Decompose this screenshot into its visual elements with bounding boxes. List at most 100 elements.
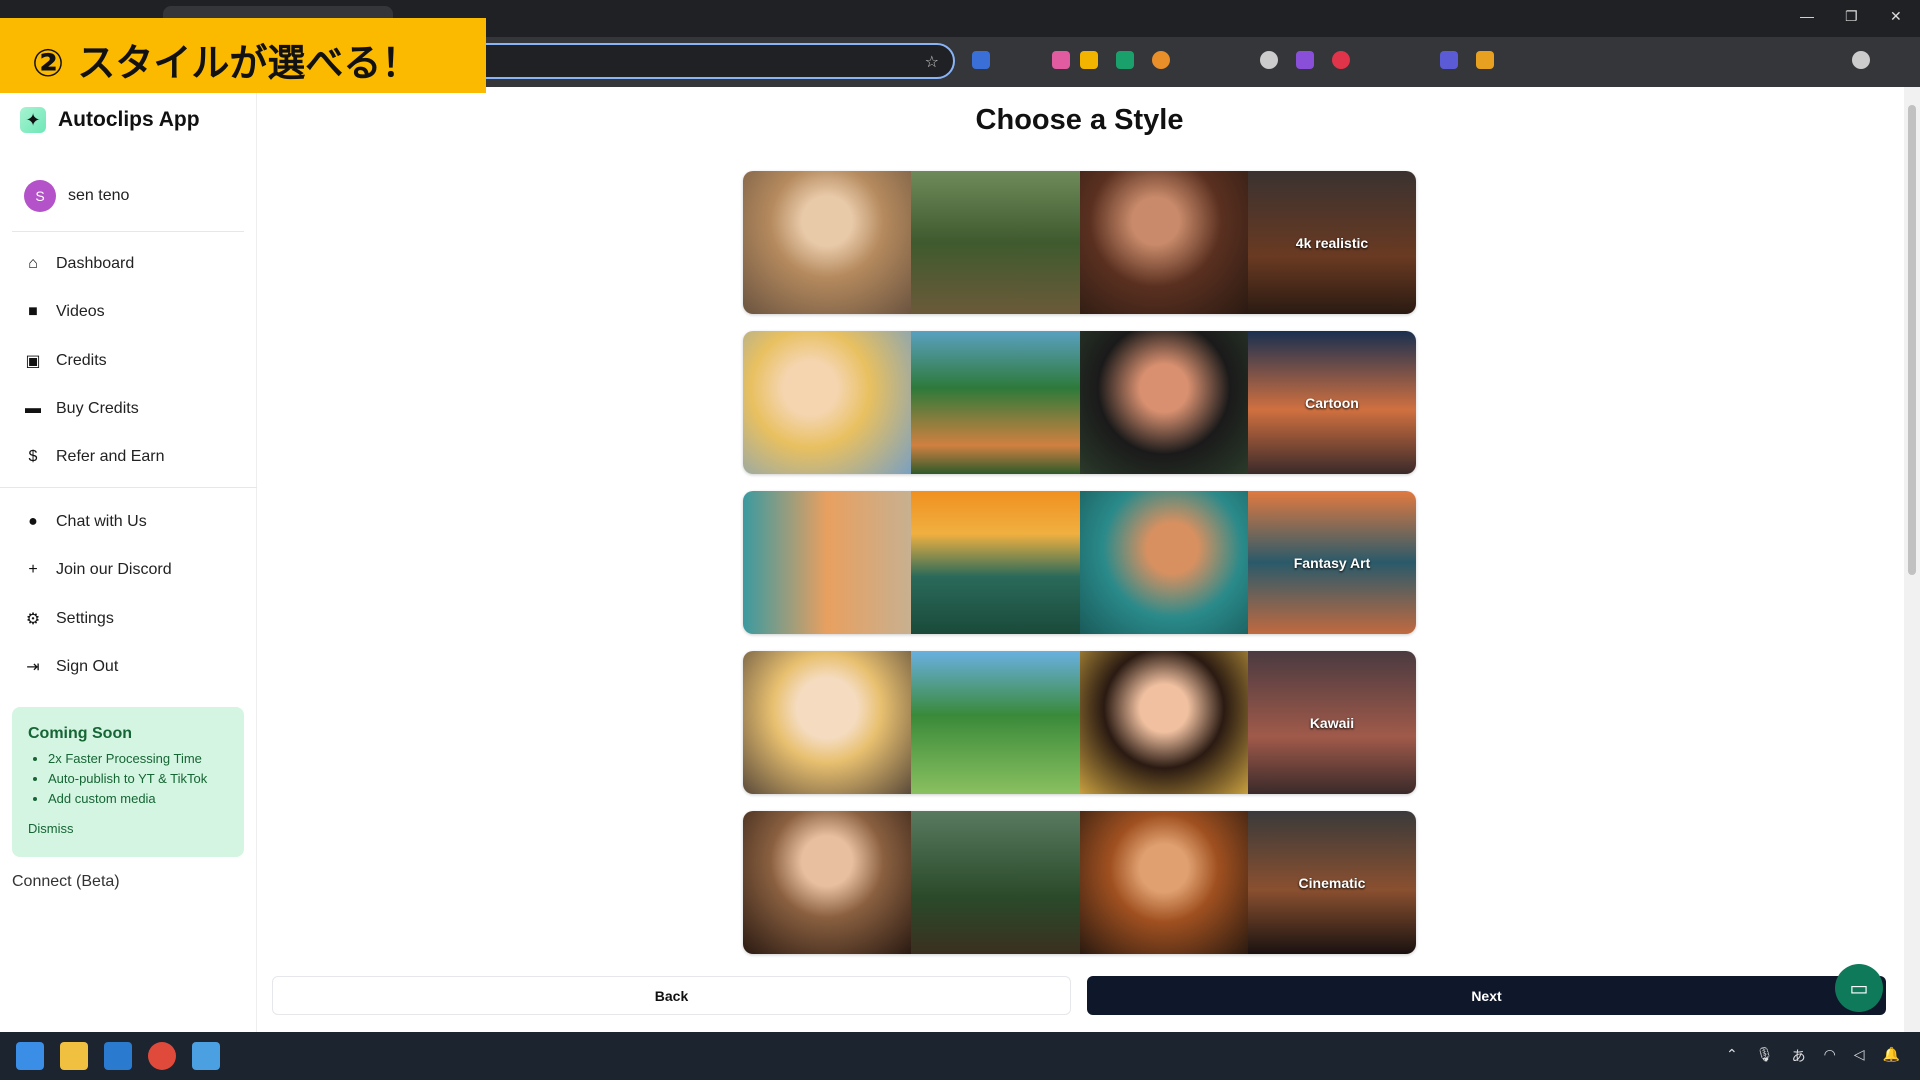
extension-icon[interactable] — [1116, 51, 1134, 69]
extension-icon[interactable] — [1080, 51, 1098, 69]
minimize-icon[interactable]: — — [1800, 8, 1814, 24]
style-preview-image — [743, 651, 912, 794]
sidebar-item-settings[interactable]: ⚙ Settings — [24, 609, 114, 629]
style-preview-image — [911, 171, 1080, 314]
extension-icon[interactable] — [1476, 51, 1494, 69]
dismiss-button[interactable]: Dismiss — [28, 821, 228, 836]
microphone-icon[interactable]: 🎙 — [1756, 1046, 1774, 1066]
coming-soon-panel: Coming Soon 2x Faster Processing Time Au… — [12, 707, 244, 857]
list-item: Auto-publish to YT & TikTok — [48, 769, 228, 789]
style-preview-image — [1079, 171, 1248, 314]
style-preview-image — [911, 491, 1080, 634]
scrollbar-thumb[interactable] — [1908, 105, 1916, 575]
style-preview-image — [911, 651, 1080, 794]
sidebar-item-dashboard[interactable]: ⌂ Dashboard — [24, 255, 134, 273]
connect-beta-link[interactable]: Connect (Beta) — [12, 873, 120, 891]
style-preview-image — [1079, 651, 1248, 794]
extension-icon[interactable] — [1332, 51, 1350, 69]
style-preview-image — [911, 811, 1080, 954]
style-preview-image — [911, 331, 1080, 474]
style-preview-image — [1079, 331, 1248, 474]
extension-icon[interactable] — [1260, 51, 1278, 69]
divider — [0, 487, 257, 488]
style-label: Cartoon — [1305, 394, 1359, 411]
style-label: Cinematic — [1298, 874, 1366, 891]
style-card-fantasy-art[interactable]: Fantasy Art — [743, 491, 1416, 634]
sidebar-item-refer[interactable]: $ Refer and Earn — [24, 448, 165, 466]
close-icon[interactable]: ✕ — [1890, 8, 1902, 25]
user-profile[interactable]: S sen teno — [24, 180, 129, 212]
dollar-icon: $ — [28, 448, 38, 465]
list-item: Add custom media — [48, 789, 228, 809]
sidebar-item-videos[interactable]: ■ Videos — [24, 303, 105, 321]
sidebar-item-label: Dashboard — [56, 255, 135, 272]
sidebar-item-label: Join our Discord — [56, 561, 172, 578]
extension-icon[interactable] — [1152, 51, 1170, 69]
star-icon[interactable]: ☆ — [925, 52, 939, 72]
ime-icon[interactable]: あ — [1792, 1046, 1806, 1066]
extension-icon[interactable] — [1052, 51, 1070, 69]
style-preview-image — [743, 171, 912, 314]
vscode-icon[interactable] — [104, 1042, 132, 1070]
sidebar-item-label: Chat with Us — [56, 513, 147, 530]
sidebar-item-buy-credits[interactable]: ▬ Buy Credits — [24, 400, 139, 418]
app-logo[interactable]: ✦ Autoclips App — [20, 107, 200, 133]
style-card-cinematic[interactable]: Cinematic — [743, 811, 1416, 954]
sidebar-item-label: Settings — [56, 610, 114, 627]
windows-start-icon[interactable] — [16, 1042, 44, 1070]
notification-icon[interactable]: 🔔 — [1883, 1046, 1900, 1066]
style-label: Kawaii — [1309, 714, 1355, 731]
sidebar-item-sign-out[interactable]: ⇥ Sign Out — [24, 657, 118, 677]
sidebar-item-label: Videos — [56, 303, 105, 320]
sign-out-icon: ⇥ — [26, 659, 40, 676]
plus-icon: + — [28, 561, 38, 578]
extension-icon[interactable] — [1440, 51, 1458, 69]
sidebar-item-label: Sign Out — [56, 658, 119, 675]
gear-icon: ⚙ — [25, 611, 41, 628]
divider — [12, 231, 244, 232]
sidebar-item-credits[interactable]: ▣ Credits — [24, 351, 107, 371]
next-button[interactable]: Next — [1087, 976, 1886, 1015]
wifi-icon[interactable]: ◠ — [1824, 1046, 1836, 1066]
restore-icon[interactable]: ❐ — [1845, 8, 1858, 25]
volume-icon[interactable]: ◁ — [1854, 1046, 1865, 1066]
style-card-4k-realistic[interactable]: 4k realistic — [743, 171, 1416, 314]
notepad-icon[interactable] — [192, 1042, 220, 1070]
sidebar-item-label: Buy Credits — [56, 400, 139, 417]
card-icon: ▬ — [25, 400, 41, 417]
sidebar-item-discord[interactable]: + Join our Discord — [24, 561, 172, 579]
style-preview-image — [743, 811, 912, 954]
credits-icon: ▣ — [25, 353, 41, 370]
chevron-up-icon[interactable]: ⌃ — [1726, 1046, 1738, 1066]
sidebar-item-label: Refer and Earn — [56, 448, 165, 465]
back-button[interactable]: Back — [272, 976, 1071, 1015]
taskbar: ⌃ 🎙 あ ◠ ◁ 🔔 — [0, 1032, 1920, 1080]
style-preview-image — [743, 491, 912, 634]
style-label: Fantasy Art — [1293, 554, 1371, 571]
style-card-cartoon[interactable]: Cartoon — [743, 331, 1416, 474]
extension-icon[interactable] — [1296, 51, 1314, 69]
avatar: S — [24, 180, 56, 212]
style-preview-image — [1079, 491, 1248, 634]
sparkle-icon: ✦ — [20, 107, 46, 133]
chrome-icon[interactable] — [148, 1042, 176, 1070]
sidebar-item-label: Credits — [56, 352, 107, 369]
chat-widget-icon[interactable]: ▭ — [1835, 964, 1883, 1012]
app-name: Autoclips App — [58, 108, 200, 131]
file-explorer-icon[interactable] — [60, 1042, 88, 1070]
page-title: Choose a Style — [975, 104, 1184, 136]
address-bar[interactable]: ☆ — [420, 43, 955, 79]
style-card-kawaii[interactable]: Kawaii — [743, 651, 1416, 794]
home-icon: ⌂ — [28, 255, 38, 272]
sidebar-item-chat[interactable]: ● Chat with Us — [24, 513, 147, 531]
system-tray: ⌃ 🎙 あ ◠ ◁ 🔔 — [1726, 1046, 1900, 1066]
sidebar: ✦ Autoclips App S sen teno ⌂ Dashboard ■ V… — [0, 87, 257, 1032]
profile-icon[interactable] — [1852, 51, 1870, 69]
user-name: sen teno — [68, 187, 130, 204]
style-label: 4k realistic — [1295, 234, 1369, 251]
list-item: 2x Faster Processing Time — [48, 749, 228, 769]
video-icon: ■ — [28, 303, 38, 320]
style-preview-image — [743, 331, 912, 474]
extension-icon[interactable] — [972, 51, 990, 69]
scrollbar[interactable] — [1904, 87, 1920, 1032]
